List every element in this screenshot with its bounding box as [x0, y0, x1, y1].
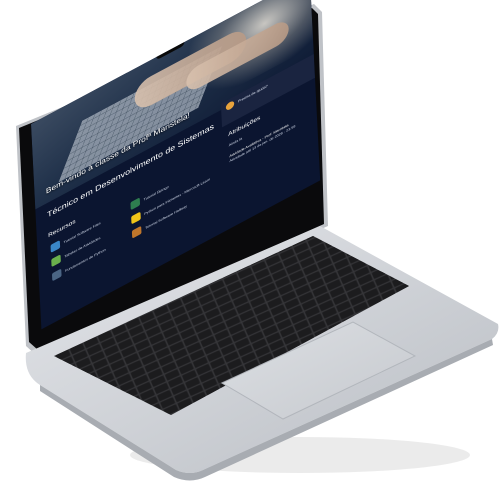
python-icon — [131, 211, 141, 225]
laptop-mockup: Bem-vindo à classe da Profª Maristela! P… — [0, 0, 500, 500]
file-icon — [50, 240, 61, 253]
attribution-status: Ainda lá — [228, 136, 243, 148]
django-icon — [130, 197, 141, 211]
book-icon — [51, 268, 62, 282]
table-icon — [51, 254, 61, 268]
hallway-icon — [131, 225, 142, 239]
